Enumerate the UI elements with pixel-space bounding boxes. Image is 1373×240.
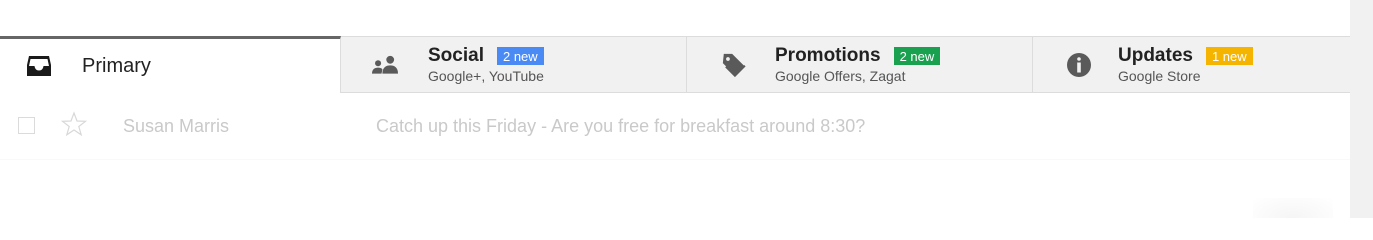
tab-updates-title-row: Updates 1 new bbox=[1118, 45, 1253, 67]
tab-promotions-title-row: Promotions 2 new bbox=[775, 45, 941, 67]
social-new-badge: 2 new bbox=[496, 47, 544, 65]
tab-promotions[interactable]: Promotions 2 new Google Offers, Zagat bbox=[687, 37, 1033, 92]
tab-updates[interactable]: Updates 1 new Google Store bbox=[1033, 37, 1350, 92]
tab-updates-text: Updates 1 new Google Store bbox=[1118, 45, 1253, 84]
inbox-tabs: Primary Social 2 new Google+, YouTube Pr… bbox=[0, 36, 1350, 93]
tab-social-label: Social bbox=[428, 45, 484, 66]
tab-updates-label: Updates bbox=[1118, 45, 1193, 66]
promotions-new-badge: 2 new bbox=[893, 47, 941, 65]
select-checkbox[interactable] bbox=[18, 117, 35, 134]
email-row[interactable]: Susan Marris Catch up this Friday - Are … bbox=[0, 93, 1350, 160]
tab-promotions-text: Promotions 2 new Google Offers, Zagat bbox=[775, 45, 941, 84]
inbox-icon bbox=[26, 53, 52, 79]
people-icon bbox=[372, 52, 398, 78]
tab-updates-subtitle: Google Store bbox=[1118, 68, 1201, 84]
email-subject: Catch up this Friday - Are you free for … bbox=[376, 116, 866, 136]
star-icon[interactable] bbox=[60, 111, 88, 137]
tab-primary[interactable]: Primary bbox=[0, 36, 341, 93]
updates-new-badge: 1 new bbox=[1205, 47, 1253, 65]
tab-promotions-subtitle: Google Offers, Zagat bbox=[775, 68, 906, 84]
tab-social[interactable]: Social 2 new Google+, YouTube bbox=[341, 37, 687, 92]
tab-promotions-label: Promotions bbox=[775, 45, 881, 66]
tag-icon bbox=[721, 52, 747, 78]
tab-primary-label: Primary bbox=[82, 54, 151, 77]
tab-social-subtitle: Google+, YouTube bbox=[428, 68, 544, 84]
tab-social-text: Social 2 new Google+, YouTube bbox=[428, 45, 544, 84]
email-sender: Susan Marris bbox=[123, 116, 230, 136]
scrollbar[interactable] bbox=[1350, 0, 1373, 218]
tab-social-title-row: Social 2 new bbox=[428, 45, 544, 67]
corner-shadow bbox=[1253, 198, 1333, 218]
inbox-view: Primary Social 2 new Google+, YouTube Pr… bbox=[0, 0, 1373, 218]
info-icon bbox=[1066, 52, 1092, 78]
